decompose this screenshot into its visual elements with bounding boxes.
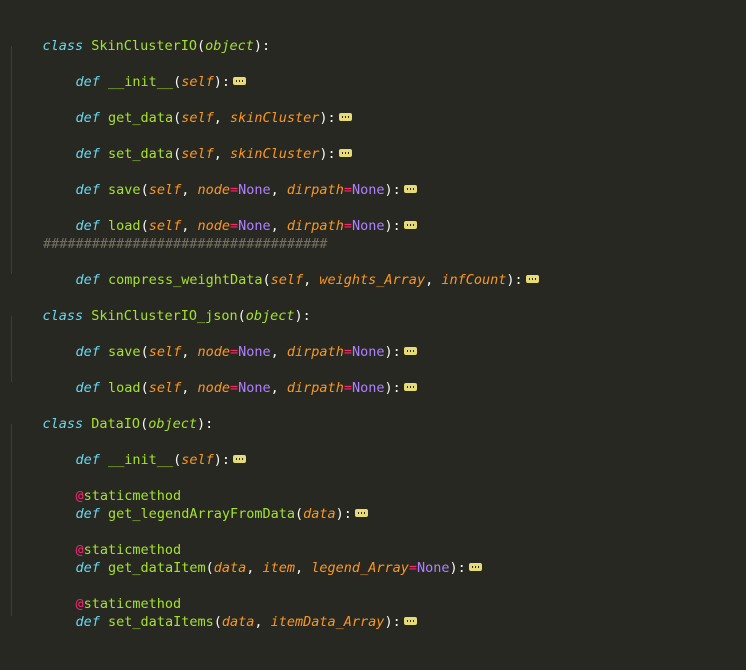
keyword-def: def [75, 452, 100, 468]
keyword-def: def [75, 272, 100, 288]
folded-code-ellipsis-icon[interactable] [354, 509, 368, 517]
method-name: get_data [108, 110, 174, 126]
indent-guide [11, 46, 12, 274]
folded-code-ellipsis-icon[interactable] [403, 185, 417, 193]
code-line-method: def __init__(self): [43, 433, 246, 468]
class-base: object [148, 416, 197, 432]
code-line-method: def get_dataItem(data, item, legend_Arra… [43, 541, 482, 576]
keyword-def: def [75, 506, 100, 522]
keyword-def: def [75, 110, 100, 126]
keyword-def: def [75, 614, 100, 630]
keyword-def: def [75, 218, 100, 234]
method-name: __init__ [108, 74, 174, 90]
folded-code-ellipsis-icon[interactable] [233, 455, 246, 463]
code-line-class-header: class SkinClusterIO(object): [42, 38, 271, 54]
folded-code-ellipsis-icon[interactable] [233, 77, 246, 85]
class-name: SkinClusterIO_json [91, 308, 238, 324]
method-name: save [108, 182, 141, 198]
code-line-method: def load(self, node=None, dirpath=None): [43, 361, 417, 396]
code-comment: ################################### [43, 236, 328, 252]
class-name: SkinClusterIO [91, 38, 197, 54]
class-base: object [245, 308, 295, 324]
code-decorator: @staticmethod [75, 542, 182, 558]
keyword-class: class [42, 38, 84, 54]
code-line-method: def __init__(self): [43, 55, 246, 90]
code-line-class-header: class DataIO(object): [42, 416, 214, 432]
code-line-method: def set_dataItems(data, itemData_Array): [43, 595, 417, 630]
keyword-def: def [75, 74, 100, 90]
keyword-def: def [75, 560, 100, 576]
method-name: save [108, 344, 141, 360]
method-name: load [108, 380, 141, 396]
code-line-method: def load(self, node=None, dirpath=None): [43, 199, 417, 234]
method-name: __init__ [108, 452, 174, 468]
folded-code-ellipsis-icon[interactable] [403, 383, 417, 391]
code-line-method: def save(self, node=None, dirpath=None): [43, 163, 417, 198]
indent-guide [11, 424, 12, 616]
keyword-class: class [42, 308, 84, 324]
code-decorator: @staticmethod [75, 488, 182, 504]
method-name: get_legendArrayFromData [108, 506, 295, 522]
keyword-def: def [75, 344, 100, 360]
method-name: set_dataItems [108, 614, 214, 630]
class-base: object [205, 38, 254, 54]
folded-code-ellipsis-icon[interactable] [468, 563, 482, 571]
keyword-def: def [75, 380, 100, 396]
method-name: get_dataItem [108, 560, 206, 576]
code-line-method: def compress_weightData(self, weights_Ar… [43, 253, 539, 288]
class-name: DataIO [91, 416, 141, 432]
keyword-class: class [42, 416, 84, 432]
code-line-class-header: class SkinClusterIO_json(object): [42, 308, 311, 324]
folded-code-ellipsis-icon[interactable] [403, 617, 417, 625]
method-name: set_data [108, 146, 174, 162]
code-line-method: def get_legendArrayFromData(data): [43, 487, 368, 522]
code-editor[interactable]: class SkinClusterIO(object): def __init_… [0, 0, 746, 670]
folded-code-ellipsis-icon[interactable] [403, 221, 417, 229]
folded-code-ellipsis-icon[interactable] [403, 347, 417, 355]
code-line-method: def set_data(self, skinCluster): [43, 127, 352, 162]
code-decorator: @staticmethod [75, 596, 182, 612]
folded-code-ellipsis-icon[interactable] [338, 113, 352, 121]
method-name: compress_weightData [108, 272, 263, 288]
folded-code-ellipsis-icon[interactable] [338, 149, 352, 157]
keyword-def: def [75, 182, 100, 198]
keyword-def: def [75, 146, 100, 162]
code-line-method: def save(self, node=None, dirpath=None): [43, 325, 417, 360]
code-line-method: def get_data(self, skinCluster): [43, 91, 352, 126]
folded-code-ellipsis-icon[interactable] [525, 275, 539, 283]
method-name: load [108, 218, 141, 234]
